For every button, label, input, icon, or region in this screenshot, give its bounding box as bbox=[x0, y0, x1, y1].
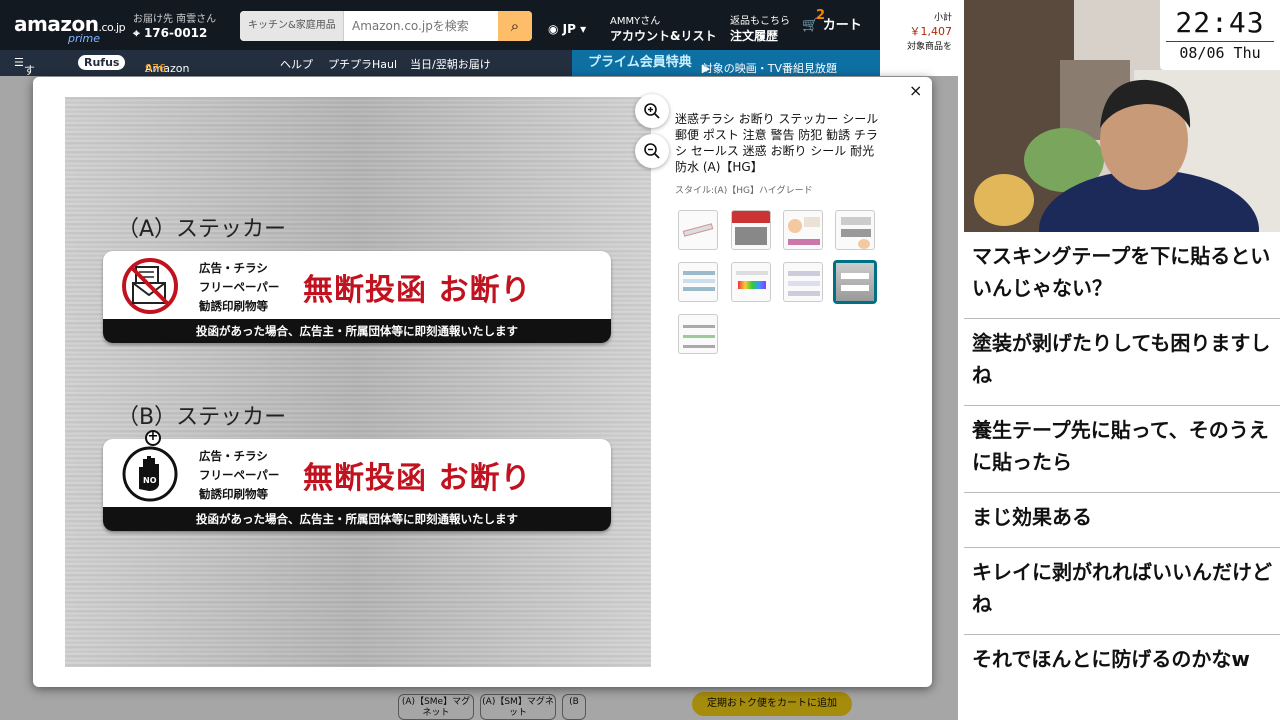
language-selector[interactable]: ◉ JP ▾ bbox=[548, 22, 586, 36]
main-product-image[interactable]: （A）ステッカー 広告・チラシ フリーペーパー 勧誘印刷物等 無断投函 お断り … bbox=[65, 97, 651, 667]
sticker-a-main-text: 無断投函 お断り bbox=[303, 273, 532, 308]
no-flyer-icon bbox=[122, 258, 178, 314]
image-viewer-modal: × （A）ステッカー 広告・チラシ フリーペーパー 勧誘印刷物等 無断投函 お断… bbox=[33, 77, 932, 687]
zoom-cursor-icon: + bbox=[145, 430, 161, 446]
nav-delivery[interactable]: 当日/翌朝お届け bbox=[410, 56, 491, 72]
chat-message: キレイに剥がれればいいんだけどね bbox=[964, 548, 1280, 635]
sticker-b-subtext: 広告・チラシ フリーペーパー 勧誘印刷物等 bbox=[199, 449, 280, 501]
thumbnail-2[interactable] bbox=[731, 210, 771, 250]
thumbnail-1[interactable] bbox=[678, 210, 718, 250]
search-bar: キッチン&家庭用品 ▾ ⌕ bbox=[240, 11, 532, 41]
nav-rufus[interactable]: Rufus bbox=[78, 55, 126, 70]
japan-flag-icon: ◉ bbox=[548, 22, 563, 36]
zoom-in-icon bbox=[644, 103, 660, 119]
thumbnail-3[interactable] bbox=[783, 210, 823, 250]
chat-message: マスキングテープを下に貼るといいんじゃない？ bbox=[964, 232, 1280, 319]
sticker-b-heading: （B）ステッカー bbox=[117, 405, 287, 430]
sticker-b: NO 広告・チラシ フリーペーパー 勧誘印刷物等 無断投函 お断り 投函があった… bbox=[103, 439, 611, 531]
orders-link[interactable]: 返品もこちら 注文履歴 bbox=[730, 12, 790, 44]
cart-count: 2 bbox=[816, 8, 826, 23]
account-menu[interactable]: AMMYさん アカウント&リスト bbox=[610, 12, 716, 44]
search-button[interactable]: ⌕ bbox=[498, 11, 532, 41]
thumbnail-4[interactable] bbox=[835, 210, 875, 250]
zoom-out-icon bbox=[644, 143, 660, 159]
sticker-a-band-text: 投函があった場合、広告主・所属団体等に即刻通報いたします bbox=[103, 319, 611, 343]
thumbnail-7[interactable] bbox=[783, 262, 823, 302]
thumbnail-8-selected[interactable] bbox=[834, 261, 876, 303]
chat-message: それでほんとに防げるのかなw bbox=[972, 647, 1250, 671]
search-input[interactable] bbox=[346, 11, 498, 41]
sticker-b-band-text: 投函があった場合、広告主・所属団体等に即刻通報いたします bbox=[103, 507, 611, 531]
clock-time: 22:43 bbox=[1175, 6, 1265, 39]
sticker-a-heading: （A）ステッカー bbox=[117, 217, 287, 242]
thumbnail-5[interactable] bbox=[678, 262, 718, 302]
thumbnail-9[interactable] bbox=[678, 314, 718, 354]
amazon-nav-bar: ☰ すべて Rufus Amazonポイント: 976 ヘルプ プチプラHaul… bbox=[0, 50, 880, 109]
thumbnail-6[interactable] bbox=[731, 262, 771, 302]
search-category-select[interactable]: キッチン&家庭用品 ▾ bbox=[240, 11, 344, 41]
product-style: スタイル:(A)【HG】ハイグレード bbox=[675, 186, 813, 196]
location-pin-icon: ⌖ bbox=[133, 26, 144, 40]
chat-message: 塗装が剥げたりしても困りますしね bbox=[964, 319, 1280, 406]
search-icon: ⌕ bbox=[510, 17, 520, 35]
nav-haul[interactable]: プチプラHaul bbox=[328, 56, 397, 72]
product-title: 迷惑チラシ お断り ステッカー シール 郵便 ポスト 注意 警告 防犯 勧誘 チ… bbox=[675, 112, 879, 174]
zoom-out-button[interactable] bbox=[635, 134, 669, 168]
close-icon[interactable]: × bbox=[909, 81, 922, 100]
sticker-a: 広告・チラシ フリーペーパー 勧誘印刷物等 無断投函 お断り 投函があった場合、… bbox=[103, 251, 611, 343]
deliver-to[interactable]: お届け先 南雲さん ⌖ 176-0012 bbox=[133, 10, 216, 41]
prime-label: prime bbox=[68, 32, 101, 45]
cart-button[interactable]: 🛒 2 カート bbox=[802, 8, 862, 33]
sticker-a-subtext: 広告・チラシ フリーペーパー 勧誘印刷物等 bbox=[199, 261, 280, 313]
prime-banner[interactable]: プライム会員特典 対象の映画・TV番組見放題 ▶ bbox=[572, 50, 880, 76]
zoom-in-button[interactable] bbox=[635, 94, 669, 128]
stream-clock: 22:43 08/06 Thu bbox=[1160, 0, 1280, 70]
nav-help[interactable]: ヘルプ bbox=[280, 56, 313, 72]
svg-text:NO: NO bbox=[143, 476, 157, 485]
nav-all-menu[interactable]: ☰ すべて bbox=[14, 56, 35, 109]
sticker-b-main-text: 無断投函 お断り bbox=[303, 461, 532, 496]
clock-date: 08/06 Thu bbox=[1166, 41, 1274, 62]
browser-window: amazon.co.jp prime お届け先 南雲さん ⌖ 176-0012 キ… bbox=[0, 0, 958, 720]
amazon-header: amazon.co.jp prime お届け先 南雲さん ⌖ 176-0012 キ… bbox=[0, 0, 958, 50]
chat-message: 養生テープ先に貼って、そのうえに貼ったら bbox=[964, 406, 1280, 493]
stop-hand-icon: NO bbox=[122, 446, 178, 502]
chat-message: まじ効果ある bbox=[964, 493, 1280, 548]
subtotal-price: ￥1,407 bbox=[909, 25, 953, 38]
chat-panel: マスキングテープを下に貼るといいんじゃない？ 塗装が剥げたりしても困りますしね … bbox=[964, 232, 1280, 720]
